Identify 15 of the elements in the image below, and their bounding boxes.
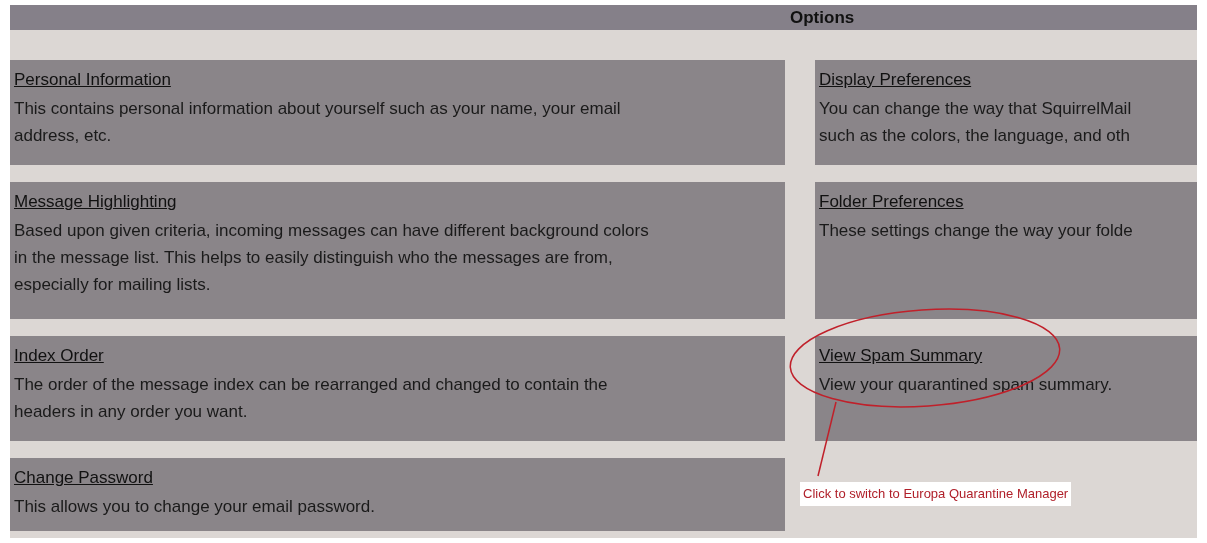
option-link[interactable]: Message Highlighting bbox=[14, 190, 177, 214]
option-description: Based upon given criteria, incoming messages can have different background colors in the message list. This helps to easily distinguish who the messages are from, especially for mailing lists. bbox=[14, 220, 649, 296]
option-description: This contains personal information about yourself such as your name, your email address, etc. bbox=[14, 98, 621, 147]
option-link[interactable]: Personal Information bbox=[14, 68, 171, 92]
option-description: The order of the message index can be rearranged and changed to contain the headers in any order you want. bbox=[14, 374, 608, 423]
option-description: These settings change the way your folde bbox=[819, 220, 1133, 242]
option-description: This allows you to change your email password. bbox=[14, 496, 375, 518]
option-description: You can change the way that SquirrelMail such as the colors, the language, and oth bbox=[819, 98, 1132, 147]
option-link[interactable]: View Spam Summary bbox=[819, 344, 983, 368]
option-link[interactable]: Folder Preferences bbox=[819, 190, 964, 214]
option-link[interactable]: Index Order bbox=[14, 344, 104, 368]
option-link[interactable]: Change Password bbox=[14, 466, 153, 490]
option-link[interactable]: Display Preferences bbox=[819, 68, 972, 92]
callout-label: Click to switch to Europa Quarantine Manager bbox=[800, 482, 1072, 506]
page-title: Options bbox=[790, 6, 855, 29]
